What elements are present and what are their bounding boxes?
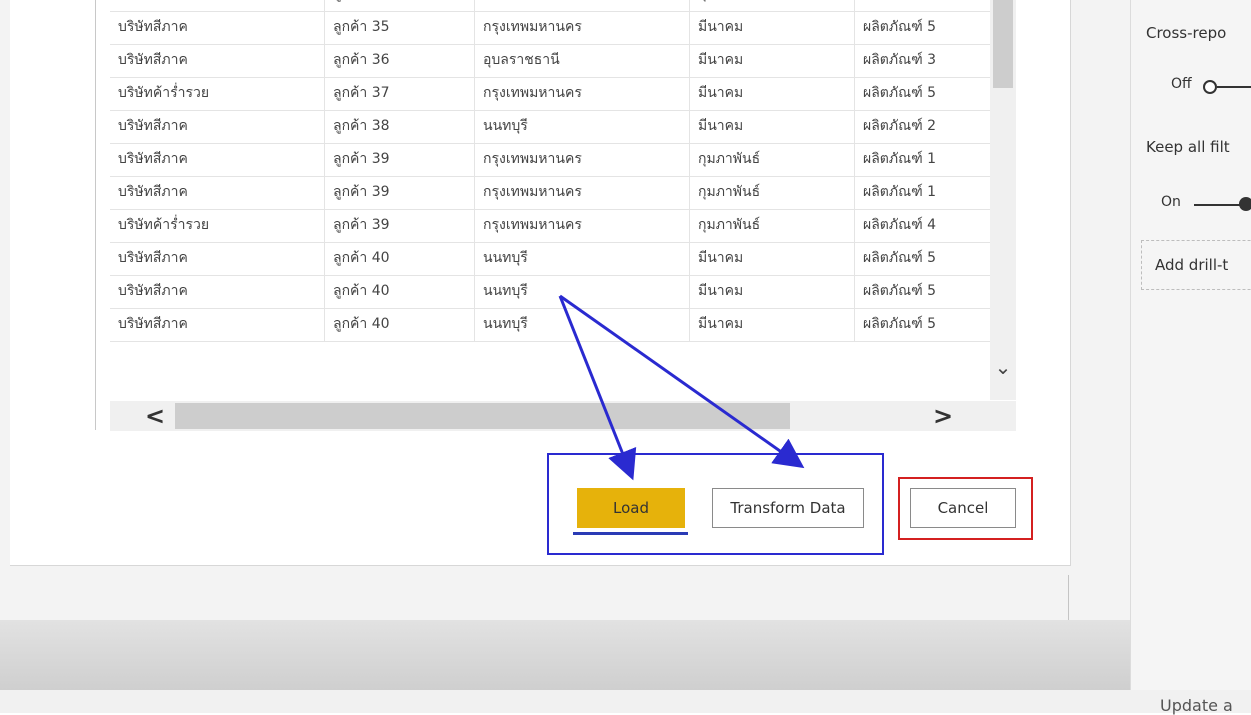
cross-report-toggle-label: Off bbox=[1171, 76, 1192, 92]
keep-filters-label: Keep all filt bbox=[1146, 138, 1230, 156]
status-bar bbox=[0, 620, 1251, 690]
cross-report-label: Cross-repo bbox=[1146, 24, 1227, 42]
pane-divider bbox=[1068, 575, 1069, 620]
visual-format-pane: Cross-repo Off Keep all filt On Add dril… bbox=[1130, 0, 1251, 690]
annotation-arrows bbox=[558, 294, 805, 481]
toggle-track bbox=[1217, 86, 1251, 88]
toggle-track bbox=[1194, 204, 1242, 206]
keep-filters-toggle-label: On bbox=[1161, 194, 1181, 210]
add-drill-through-field[interactable]: Add drill-t bbox=[1141, 240, 1251, 290]
footer-strip bbox=[0, 690, 1251, 713]
annotation-arrow-to-transform bbox=[559, 294, 805, 469]
keep-filters-toggle[interactable] bbox=[1239, 197, 1251, 211]
update-status-text: Update a bbox=[1160, 696, 1233, 715]
cross-report-toggle[interactable] bbox=[1203, 80, 1217, 94]
